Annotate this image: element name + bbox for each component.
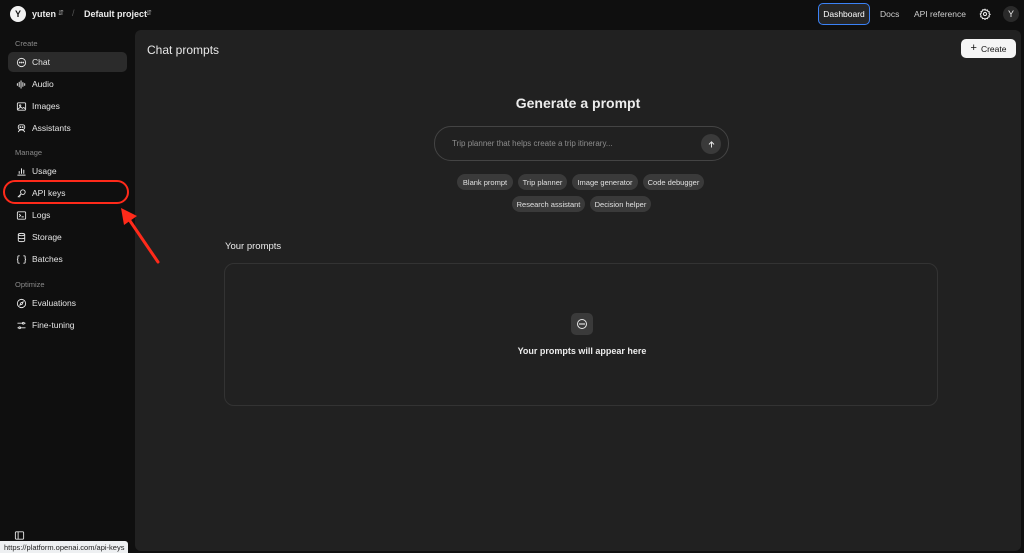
breadcrumb-separator: / xyxy=(72,8,75,18)
chip-decision-helper[interactable]: Decision helper xyxy=(590,196,651,212)
sidebar-item-label: Fine-tuning xyxy=(32,320,75,330)
sidebar-item-label: Usage xyxy=(32,166,57,176)
docs-link[interactable]: Docs xyxy=(880,9,899,19)
chat-bubble-icon xyxy=(571,313,593,335)
arrow-up-icon xyxy=(708,140,714,148)
plus-icon: + xyxy=(970,42,977,54)
sidebar-item-fine-tuning[interactable]: Fine-tuning xyxy=(8,315,127,335)
sidebar-item-label: Evaluations xyxy=(32,298,76,308)
sidebar-item-label: Logs xyxy=(32,210,51,220)
sidebar-item-assistants[interactable]: Assistants xyxy=(8,118,127,138)
sidebar-item-label: Assistants xyxy=(32,123,71,133)
usage-icon xyxy=(16,166,27,177)
chip-blank-prompt[interactable]: Blank prompt xyxy=(457,174,513,190)
main-panel: Chat prompts + Create Generate a prompt … xyxy=(135,30,1021,551)
sliders-icon xyxy=(16,320,27,331)
chat-bubble-icon xyxy=(16,57,27,68)
sidebar-item-label: Storage xyxy=(32,232,62,242)
section-label-create: Create xyxy=(15,39,38,48)
send-button[interactable] xyxy=(701,134,721,154)
sidebar: Create Chat Audio Images Assistants Mana… xyxy=(0,28,134,553)
sidebar-item-logs[interactable]: Logs xyxy=(8,205,127,225)
chip-trip-planner[interactable]: Trip planner xyxy=(518,174,567,190)
create-button[interactable]: + Create xyxy=(961,39,1016,58)
prompts-empty-state: Your prompts will appear here xyxy=(224,263,938,406)
api-keys-highlight-annotation xyxy=(3,180,129,204)
chevron-updown-icon[interactable]: ⇵ xyxy=(58,9,64,17)
image-icon xyxy=(16,101,27,112)
sidebar-toggle-icon[interactable] xyxy=(14,530,25,541)
section-label-optimize: Optimize xyxy=(15,280,45,289)
batches-icon xyxy=(16,254,27,265)
org-avatar[interactable]: Y xyxy=(10,6,26,22)
section-label-manage: Manage xyxy=(15,148,43,157)
create-button-label: Create xyxy=(980,43,1007,54)
your-prompts-heading: Your prompts xyxy=(225,241,282,252)
prompt-input[interactable] xyxy=(434,126,729,161)
compass-icon xyxy=(16,298,27,309)
terminal-icon xyxy=(16,210,27,221)
sidebar-item-chat[interactable]: Chat xyxy=(8,52,127,72)
page-title: Chat prompts xyxy=(147,43,220,57)
sidebar-item-label: Chat xyxy=(32,57,50,67)
sidebar-item-label: Batches xyxy=(32,254,63,264)
sidebar-item-audio[interactable]: Audio xyxy=(8,74,127,94)
chevron-updown-icon[interactable]: ⇵ xyxy=(146,9,152,17)
chip-research-assistant[interactable]: Research assistant xyxy=(512,196,585,212)
assistant-icon xyxy=(16,123,27,134)
database-icon xyxy=(16,232,27,243)
org-name[interactable]: yuten xyxy=(32,9,56,19)
project-name[interactable]: Default project xyxy=(84,9,147,19)
sidebar-item-batches[interactable]: Batches xyxy=(8,249,127,269)
chip-image-generator[interactable]: Image generator xyxy=(572,174,638,190)
status-bar-url: https://platform.openai.com/api-keys xyxy=(0,541,129,553)
user-avatar[interactable]: Y xyxy=(1003,6,1019,22)
sidebar-item-images[interactable]: Images xyxy=(8,96,127,116)
top-bar: Y yuten ⇵ / Default project ⇵ Dashboard … xyxy=(0,0,1024,28)
api-reference-link[interactable]: API reference xyxy=(914,9,966,19)
chip-code-debugger[interactable]: Code debugger xyxy=(643,174,704,190)
empty-state-text: Your prompts will appear here xyxy=(517,346,647,356)
sidebar-item-label: Images xyxy=(32,101,60,111)
audio-wave-icon xyxy=(16,79,27,90)
sidebar-item-usage[interactable]: Usage xyxy=(8,161,127,181)
sidebar-item-storage[interactable]: Storage xyxy=(8,227,127,247)
dashboard-button[interactable]: Dashboard xyxy=(818,3,870,25)
generate-prompt-title: Generate a prompt xyxy=(515,95,641,111)
gear-icon[interactable] xyxy=(979,8,991,20)
sidebar-item-label: Audio xyxy=(32,79,54,89)
sidebar-item-evaluations[interactable]: Evaluations xyxy=(8,293,127,313)
